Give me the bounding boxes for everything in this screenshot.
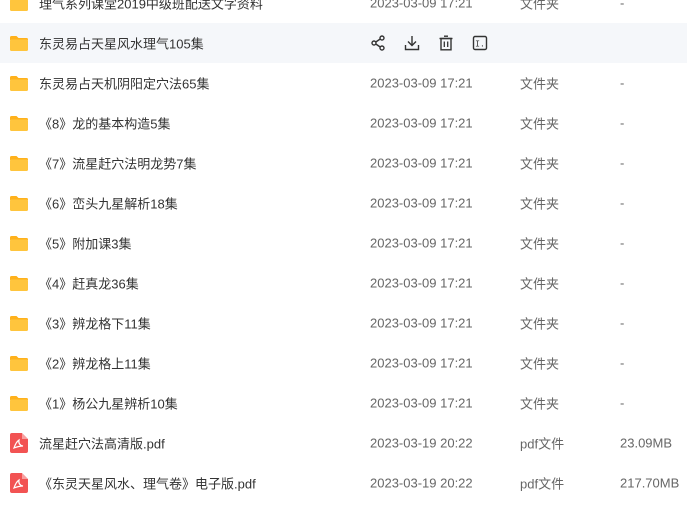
file-type: 文件夹 (520, 156, 560, 172)
file-name[interactable]: 《2》辨龙格上11集 (39, 354, 151, 373)
file-row[interactable]: 流星赶穴法高清版.pdf 2023-03-19 20:22 pdf文件 23.09MB (0, 423, 687, 463)
file-name[interactable]: 东灵易占天机阴阳定穴法65集 (39, 74, 209, 93)
file-name[interactable]: 《3》辨龙格下11集 (39, 314, 151, 333)
folder-icon (9, 393, 29, 413)
file-type: 文件夹 (520, 196, 560, 212)
rename-icon: I. (472, 35, 488, 51)
file-type: 文件夹 (520, 316, 560, 332)
file-name[interactable]: 《7》流星赶穴法明龙势7集 (39, 154, 196, 173)
folder-icon (9, 73, 29, 93)
file-name[interactable]: 《5》附加课3集 (39, 234, 131, 253)
file-name[interactable]: 《6》峦头九星解析18集 (39, 194, 178, 213)
file-size: - (620, 355, 625, 371)
file-date: 2023-03-09 17:21 (370, 395, 473, 411)
file-row[interactable]: 《7》流星赶穴法明龙势7集 2023-03-09 17:21 文件夹 - (0, 143, 687, 183)
file-date: 2023-03-19 20:22 (370, 435, 473, 451)
file-list: 理气系列课堂2019中级班配送文字资料 2023-03-09 17:21 文件夹 - … (0, 0, 687, 511)
file-date: 2023-03-09 17:21 (370, 315, 473, 331)
file-date: 2023-03-09 17:21 (370, 115, 473, 131)
pdf-file-icon (9, 433, 29, 453)
file-size: - (620, 0, 625, 11)
delete-button[interactable] (436, 33, 456, 53)
file-name[interactable]: 理气系列课堂2019中级班配送文字资料 (39, 0, 263, 13)
file-date: 2023-03-09 17:21 (370, 155, 473, 171)
folder-icon (9, 0, 29, 13)
file-row[interactable]: 《6》峦头九星解析18集 2023-03-09 17:21 文件夹 - (0, 183, 687, 223)
file-row[interactable]: 《东灵天星风水、理气卷》电子版.pdf 2023-03-19 20:22 pdf文件… (0, 463, 687, 503)
row-actions: I. (368, 33, 490, 53)
file-size: 217.70MB (620, 475, 680, 491)
share-icon (370, 35, 386, 51)
file-size: - (620, 315, 625, 331)
file-type: 文件夹 (520, 236, 560, 252)
file-row[interactable]: 《1》杨公九星辨析10集 2023-03-09 17:21 文件夹 - (0, 383, 687, 423)
file-type: 文件夹 (520, 116, 560, 132)
folder-icon (9, 233, 29, 253)
file-row[interactable]: 《4》赶真龙36集 2023-03-09 17:21 文件夹 - (0, 263, 687, 303)
folder-icon (9, 313, 29, 333)
file-row[interactable]: 《3》辨龙格下11集 2023-03-09 17:21 文件夹 - (0, 303, 687, 343)
file-date: 2023-03-09 17:21 (370, 75, 473, 91)
file-name[interactable]: 《1》杨公九星辨析10集 (39, 394, 178, 413)
file-date: 2023-03-09 17:21 (370, 235, 473, 251)
svg-text:I.: I. (475, 40, 485, 49)
file-row[interactable]: 《8》龙的基本构造5集 2023-03-09 17:21 文件夹 - (0, 103, 687, 143)
file-size: - (620, 115, 625, 131)
file-type: 文件夹 (520, 396, 560, 412)
file-date: 2023-03-09 17:21 (370, 355, 473, 371)
delete-icon (438, 35, 454, 51)
folder-icon (9, 353, 29, 373)
rename-button[interactable]: I. (470, 33, 490, 53)
folder-icon (9, 273, 29, 293)
file-type: pdf文件 (520, 436, 565, 452)
file-name[interactable]: 东灵易占天星风水理气105集 (39, 34, 204, 53)
download-button[interactable] (402, 33, 422, 53)
file-type: 文件夹 (520, 356, 560, 372)
download-icon (404, 35, 420, 51)
file-name[interactable]: 流星赶穴法高清版.pdf (39, 434, 165, 453)
file-type: 文件夹 (520, 276, 560, 292)
file-name[interactable]: 《8》龙的基本构造5集 (39, 114, 170, 133)
folder-icon (9, 153, 29, 173)
folder-icon (9, 113, 29, 133)
file-size: - (620, 155, 625, 171)
file-size: 23.09MB (620, 435, 673, 451)
file-date: 2023-03-09 17:21 (370, 195, 473, 211)
file-size: - (620, 75, 625, 91)
file-size: - (620, 235, 625, 251)
file-type: 文件夹 (520, 0, 560, 12)
file-row[interactable]: 东灵易占天机阴阳定穴法65集 2023-03-09 17:21 文件夹 - (0, 63, 687, 103)
file-type: 文件夹 (520, 76, 560, 92)
file-size: - (620, 195, 625, 211)
file-size: - (620, 275, 625, 291)
folder-icon (9, 193, 29, 213)
file-name[interactable]: 《东灵天星风水、理气卷》电子版.pdf (39, 474, 256, 493)
folder-icon (9, 33, 29, 53)
file-type: pdf文件 (520, 476, 565, 492)
pdf-file-icon (9, 473, 29, 493)
file-date: 2023-03-09 17:21 (370, 275, 473, 291)
file-row[interactable]: 《2》辨龙格上11集 2023-03-09 17:21 文件夹 - (0, 343, 687, 383)
file-size: - (620, 395, 625, 411)
file-row[interactable]: 《5》附加课3集 2023-03-09 17:21 文件夹 - (0, 223, 687, 263)
file-date: 2023-03-19 20:22 (370, 475, 473, 491)
file-row[interactable]: 理气系列课堂2019中级班配送文字资料 2023-03-09 17:21 文件夹 - (0, 0, 687, 23)
share-button[interactable] (368, 33, 388, 53)
file-date: 2023-03-09 17:21 (370, 0, 473, 11)
file-row[interactable]: 东灵易占天星风水理气105集 I. (0, 23, 687, 63)
file-name[interactable]: 《4》赶真龙36集 (39, 274, 139, 293)
